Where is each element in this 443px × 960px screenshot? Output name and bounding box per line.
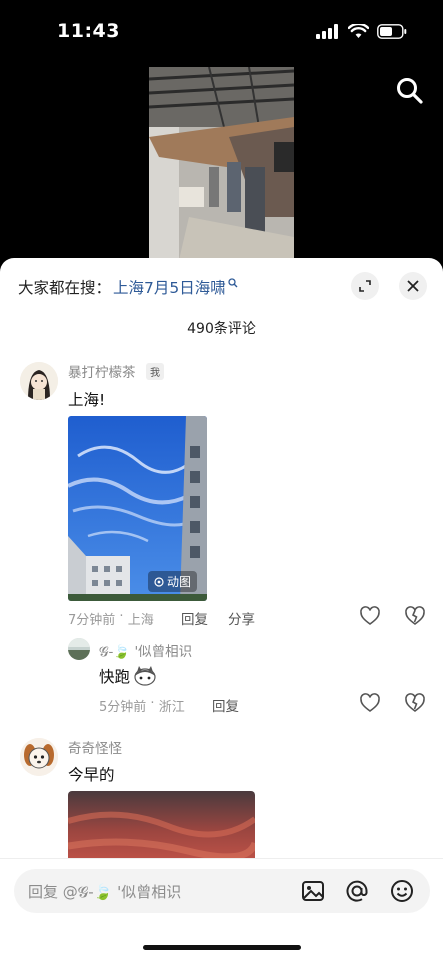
reply-dislike-button[interactable] <box>404 692 426 714</box>
gif-badge: 动图 <box>147 571 197 592</box>
avatar[interactable] <box>20 362 58 400</box>
expand-icon <box>359 280 371 292</box>
reply-avatar[interactable] <box>68 638 90 660</box>
dislike-button[interactable] <box>404 605 426 627</box>
image-button[interactable] <box>300 878 326 904</box>
comment-count: 490条评论 <box>187 321 256 337</box>
mention-button[interactable] <box>344 878 370 904</box>
reply-button[interactable]: 回复 <box>181 608 208 628</box>
heart-icon <box>360 606 380 625</box>
comment-meta: 7分钟前 · 上海 <box>68 609 154 628</box>
image-icon <box>302 881 324 901</box>
comment-text: 今早的 <box>68 766 115 784</box>
reply-input-placeholder: 回复 @𝓖-🍃 '似曾相识 <box>28 883 182 901</box>
reply-like-button[interactable] <box>359 692 381 714</box>
trending-query-link[interactable]: 上海7月5日海啸 <box>113 276 226 298</box>
reply-input-bar: 回复 @𝓖-🍃 '似曾相识 <box>0 858 443 960</box>
gif-icon <box>154 576 164 587</box>
like-button[interactable] <box>359 605 381 627</box>
comment-username[interactable]: 暴打柠檬茶 <box>68 361 136 381</box>
trending-prefix: 大家都在搜： <box>18 279 112 297</box>
trending-search[interactable]: 大家都在搜： 上海7月5日海啸 <box>18 276 238 298</box>
home-indicator[interactable] <box>143 945 301 950</box>
broken-heart-icon <box>405 606 425 625</box>
status-icons <box>316 24 407 39</box>
comment-username[interactable]: 奇奇怪怪 <box>68 737 122 757</box>
share-button[interactable]: 分享 <box>228 608 255 628</box>
comment-time: 7分钟前 <box>68 613 116 628</box>
close-button[interactable] <box>399 272 427 300</box>
reply-text: 快跑 <box>99 665 157 687</box>
search-icon <box>397 78 423 104</box>
search-icon <box>228 278 238 288</box>
status-time: 11:43 <box>57 20 120 42</box>
emoji-button[interactable] <box>389 878 415 904</box>
status-bar: 11:43 <box>0 0 443 64</box>
reply-location: 浙江 <box>158 700 185 715</box>
cat-sticker-icon <box>134 666 156 686</box>
comment-location: 上海 <box>127 613 154 628</box>
reply-reply-button[interactable]: 回复 <box>212 695 239 715</box>
me-badge: 我 <box>146 363 164 380</box>
reply-text-content: 快跑 <box>99 668 131 686</box>
at-icon <box>346 880 368 902</box>
comment-sheet: 大家都在搜： 上海7月5日海啸 490条评论 暴打柠檬茶 我 上海! 动图 7分… <box>0 258 443 960</box>
reply-meta: 5分钟前 · 浙江 <box>99 696 185 715</box>
comment-image[interactable]: 动图 <box>68 416 207 601</box>
wifi-icon <box>348 24 369 38</box>
broken-heart-icon <box>405 693 425 712</box>
battery-icon <box>377 24 407 39</box>
gif-label: 动图 <box>166 575 191 589</box>
emoji-icon <box>391 880 413 902</box>
expand-button[interactable] <box>351 272 379 300</box>
reply-input[interactable]: 回复 @𝓖-🍃 '似曾相识 <box>14 869 430 913</box>
reply-time: 5分钟前 <box>99 700 147 715</box>
reply-username[interactable]: 𝓖-🍃 '似曾相识 <box>99 640 192 660</box>
heart-icon <box>360 693 380 712</box>
comment-text: 上海! <box>68 391 106 409</box>
video-thumbnail[interactable] <box>149 67 294 260</box>
close-icon <box>407 280 419 292</box>
avatar[interactable] <box>20 738 58 776</box>
search-button[interactable] <box>395 76 425 106</box>
video-player[interactable] <box>0 64 443 264</box>
signal-icon <box>316 24 338 39</box>
